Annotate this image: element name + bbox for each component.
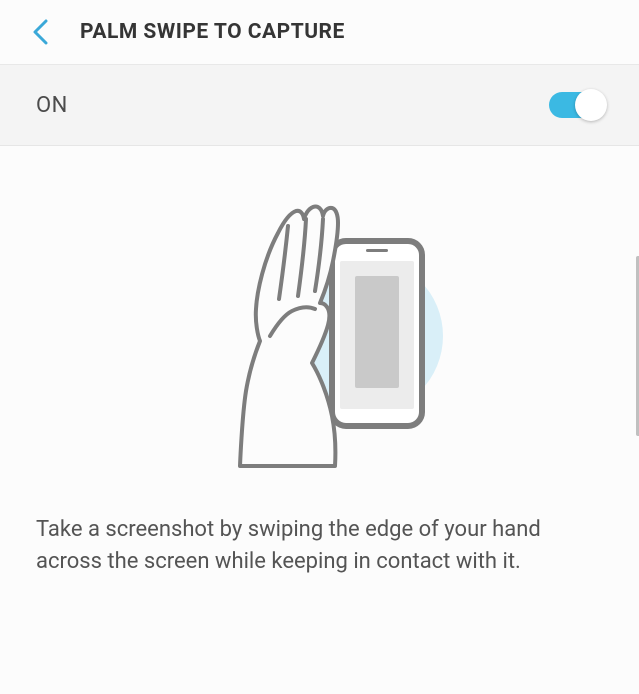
page-title: PALM SWIPE TO CAPTURE (80, 20, 345, 44)
toggle-switch[interactable] (549, 89, 607, 121)
content-area: Take a screenshot by swiping the edge of… (0, 146, 639, 578)
palm-swipe-illustration (0, 186, 639, 486)
header-bar: PALM SWIPE TO CAPTURE (0, 0, 639, 65)
toggle-status-label: ON (36, 93, 68, 118)
toggle-row: ON (0, 65, 639, 146)
description-text: Take a screenshot by swiping the edge of… (0, 486, 639, 578)
toggle-thumb (575, 89, 607, 121)
back-icon[interactable] (28, 18, 52, 46)
